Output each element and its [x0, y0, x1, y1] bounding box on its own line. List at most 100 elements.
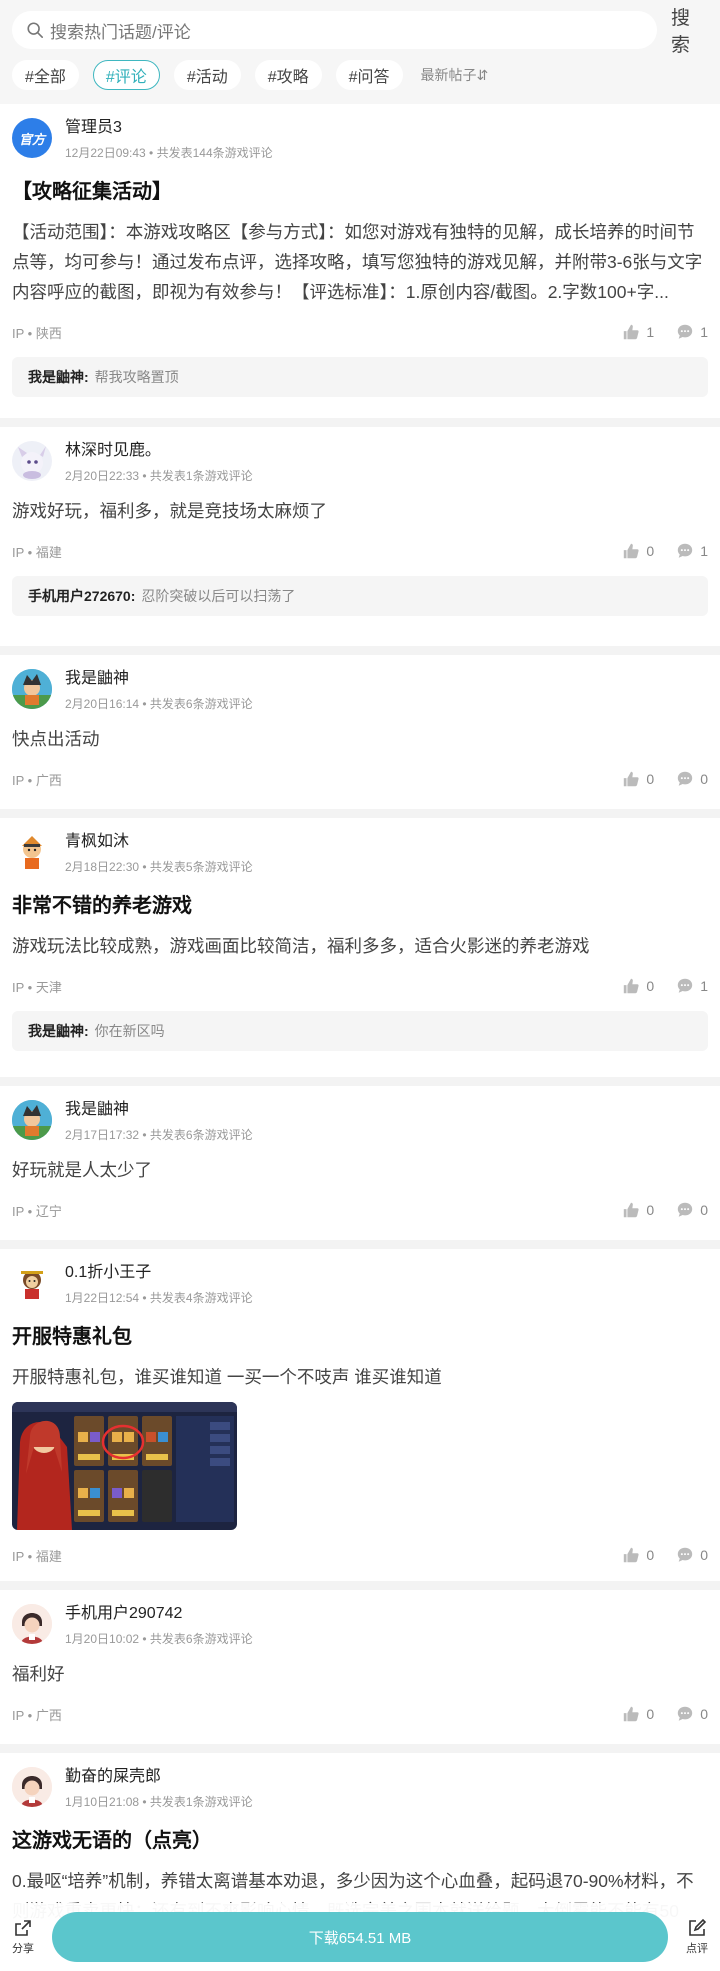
anime-character-avatar[interactable]	[12, 1100, 52, 1140]
comment-button[interactable]: 0	[676, 1705, 708, 1723]
tag-review[interactable]: #评论	[92, 60, 160, 90]
post-title: 开服特惠礼包	[12, 1326, 132, 1348]
post-card[interactable]: 青枫如沐 2月18日22:30 • 共发表5条游戏评论 非常不错的养老游戏 游戏…	[0, 818, 720, 1075]
author-name[interactable]: 勤奋的屎壳郎	[65, 1767, 253, 1787]
comment-button[interactable]: 1	[676, 323, 708, 341]
comment-count: 0	[700, 1202, 708, 1218]
thumbs-up-icon	[624, 771, 640, 787]
bottom-action-bar: 分享 下载654.51 MB 点评	[0, 1903, 720, 1971]
post-title: 这游戏无语的（点亮）	[12, 1830, 212, 1852]
like-button[interactable]: 1	[622, 323, 654, 341]
reply-preview[interactable]: 手机用户272670: 忍阶突破以后可以扫荡了	[12, 576, 708, 616]
tag-guide[interactable]: #攻略	[254, 60, 322, 90]
author-name[interactable]: 0.1折小王子	[65, 1263, 253, 1283]
like-button[interactable]: 0	[622, 542, 654, 560]
anime-character-avatar[interactable]	[12, 669, 52, 709]
share-button[interactable]: 分享	[0, 1918, 46, 1956]
post-card[interactable]: 官方 管理员3 12月22日09:43 • 共发表144条游戏评论 【攻略征集活…	[0, 104, 720, 422]
like-button[interactable]: 0	[622, 770, 654, 788]
post-meta: 2月20日22:33 • 共发表1条游戏评论	[65, 469, 253, 483]
comment-bubble-icon	[678, 324, 693, 339]
comment-count: 0	[700, 1547, 708, 1563]
ip-location: IP • 福建	[12, 1548, 62, 1564]
comment-bubble-icon	[678, 1547, 693, 1562]
reply-text: 你在新区吗	[94, 1023, 165, 1039]
post-footer: IP • 福建 0 1	[12, 540, 708, 562]
cartoon-character-avatar[interactable]	[12, 441, 52, 481]
reply-preview[interactable]: 我是鼬神: 你在新区吗	[12, 1011, 708, 1051]
review-button[interactable]: 点评	[674, 1918, 720, 1956]
comment-button[interactable]: 1	[676, 977, 708, 995]
tag-qa[interactable]: #问答	[335, 60, 403, 90]
ip-location: IP • 广西	[12, 772, 62, 788]
anime-character-image	[12, 1100, 52, 1140]
default-user-avatar[interactable]	[12, 1604, 52, 1644]
post-footer: IP • 广西 0 0	[12, 768, 708, 790]
like-count: 0	[646, 1547, 655, 1563]
post-card[interactable]: 我是鼬神 2月17日17:32 • 共发表6条游戏评论 好玩就是人太少了 IP …	[0, 1086, 720, 1241]
tag-filter-bar: #全部 #评论 #活动 #攻略 #问答 最新帖子⇵	[12, 60, 708, 90]
post-meta: 1月10日21:08 • 共发表1条游戏评论	[65, 1795, 253, 1809]
tag-activity[interactable]: #活动	[173, 60, 241, 90]
ip-location: IP • 福建	[12, 544, 62, 560]
comment-button[interactable]: 0	[676, 770, 708, 788]
comment-button[interactable]: 0	[676, 1546, 708, 1564]
post-footer: IP • 福建 0 0	[12, 1544, 708, 1566]
post-meta: 2月17日17:32 • 共发表6条游戏评论	[65, 1128, 253, 1142]
comment-count: 1	[700, 324, 708, 340]
ip-location: IP • 广西	[12, 1707, 62, 1723]
author-name[interactable]: 管理员3	[65, 118, 273, 138]
search-button[interactable]: 搜索	[671, 3, 708, 57]
post-card[interactable]: 手机用户290742 1月20日10:02 • 共发表6条游戏评论 福利好 IP…	[0, 1590, 720, 1745]
search-input[interactable]: 搜索热门话题/评论	[12, 11, 657, 49]
thumbs-up-icon	[624, 1706, 640, 1722]
like-button[interactable]: 0	[622, 977, 654, 995]
like-button[interactable]: 0	[622, 1201, 654, 1219]
header: 搜索热门话题/评论 搜索 #全部 #评论 #活动 #攻略 #问答 最新帖子⇵	[0, 0, 720, 104]
search-row: 搜索热门话题/评论 搜索	[12, 8, 708, 56]
tag-all[interactable]: #全部	[12, 60, 79, 90]
sort-dropdown[interactable]: 最新帖子⇵	[421, 65, 489, 85]
share-icon	[15, 1920, 31, 1936]
author-name[interactable]: 手机用户290742	[65, 1604, 253, 1624]
post-body: 【活动范围】：本游戏攻略区【参与方式】：如您对游戏有独特的见解，成长培养的时间节…	[12, 222, 703, 302]
post-footer: IP • 天津 0 1	[12, 975, 708, 997]
author-row: 勤奋的屎壳郎 1月10日21:08 • 共发表1条游戏评论	[12, 1753, 708, 1810]
comment-bubble-icon	[678, 543, 693, 558]
ninja-character-avatar[interactable]	[12, 832, 52, 872]
game-screenshot-thumbnail[interactable]	[12, 1402, 237, 1530]
post-divider	[0, 646, 720, 655]
comment-button[interactable]: 1	[676, 542, 708, 560]
author-row: 我是鼬神 2月17日17:32 • 共发表6条游戏评论	[12, 1086, 708, 1143]
download-button[interactable]: 下载654.51 MB	[52, 1912, 668, 1962]
post-meta: 2月18日22:30 • 共发表5条游戏评论	[65, 860, 253, 874]
author-name[interactable]: 青枫如沐	[65, 832, 253, 852]
post-card[interactable]: 我是鼬神 2月20日16:14 • 共发表6条游戏评论 快点出活动 IP • 广…	[0, 655, 720, 810]
author-name[interactable]: 我是鼬神	[65, 669, 253, 689]
author-name[interactable]: 我是鼬神	[65, 1100, 253, 1120]
reply-text: 忍阶突破以后可以扫荡了	[141, 588, 296, 604]
cartoon-character-image	[18, 446, 46, 479]
post-card[interactable]: 林深时见鹿｡ 2月20日22:33 • 共发表1条游戏评论 游戏好玩，福利多，就…	[0, 427, 720, 644]
thumbs-up-icon	[624, 324, 640, 340]
post-card[interactable]: 0.1折小王子 1月22日12:54 • 共发表4条游戏评论 开服特惠礼包 开服…	[0, 1249, 720, 1580]
post-divider	[0, 1744, 720, 1753]
monkey-character-avatar[interactable]	[12, 1263, 52, 1303]
author-row: 青枫如沐 2月18日22:30 • 共发表5条游戏评论	[12, 818, 708, 875]
post-title: 【攻略征集活动】	[12, 181, 172, 203]
comment-count: 1	[700, 543, 708, 559]
game-screenshot-image	[12, 1402, 237, 1530]
author-name[interactable]: 林深时见鹿｡	[65, 441, 253, 461]
reply-preview[interactable]: 我是鼬神: 帮我攻略置顶	[12, 357, 708, 397]
post-footer: IP • 辽宁 0 0	[12, 1199, 708, 1221]
comment-button[interactable]: 0	[676, 1201, 708, 1219]
post-body: 游戏好玩，福利多，就是竞技场太麻烦了	[12, 501, 327, 521]
search-icon	[27, 22, 44, 39]
author-row: 林深时见鹿｡ 2月20日22:33 • 共发表1条游戏评论	[12, 427, 708, 484]
like-button[interactable]: 0	[622, 1705, 654, 1723]
official-badge-avatar[interactable]: 官方	[12, 118, 52, 158]
post-title: 非常不错的养老游戏	[12, 895, 192, 917]
search-placeholder: 搜索热门话题/评论	[50, 22, 191, 42]
default-user-avatar[interactable]	[12, 1767, 52, 1807]
like-button[interactable]: 0	[622, 1546, 654, 1564]
